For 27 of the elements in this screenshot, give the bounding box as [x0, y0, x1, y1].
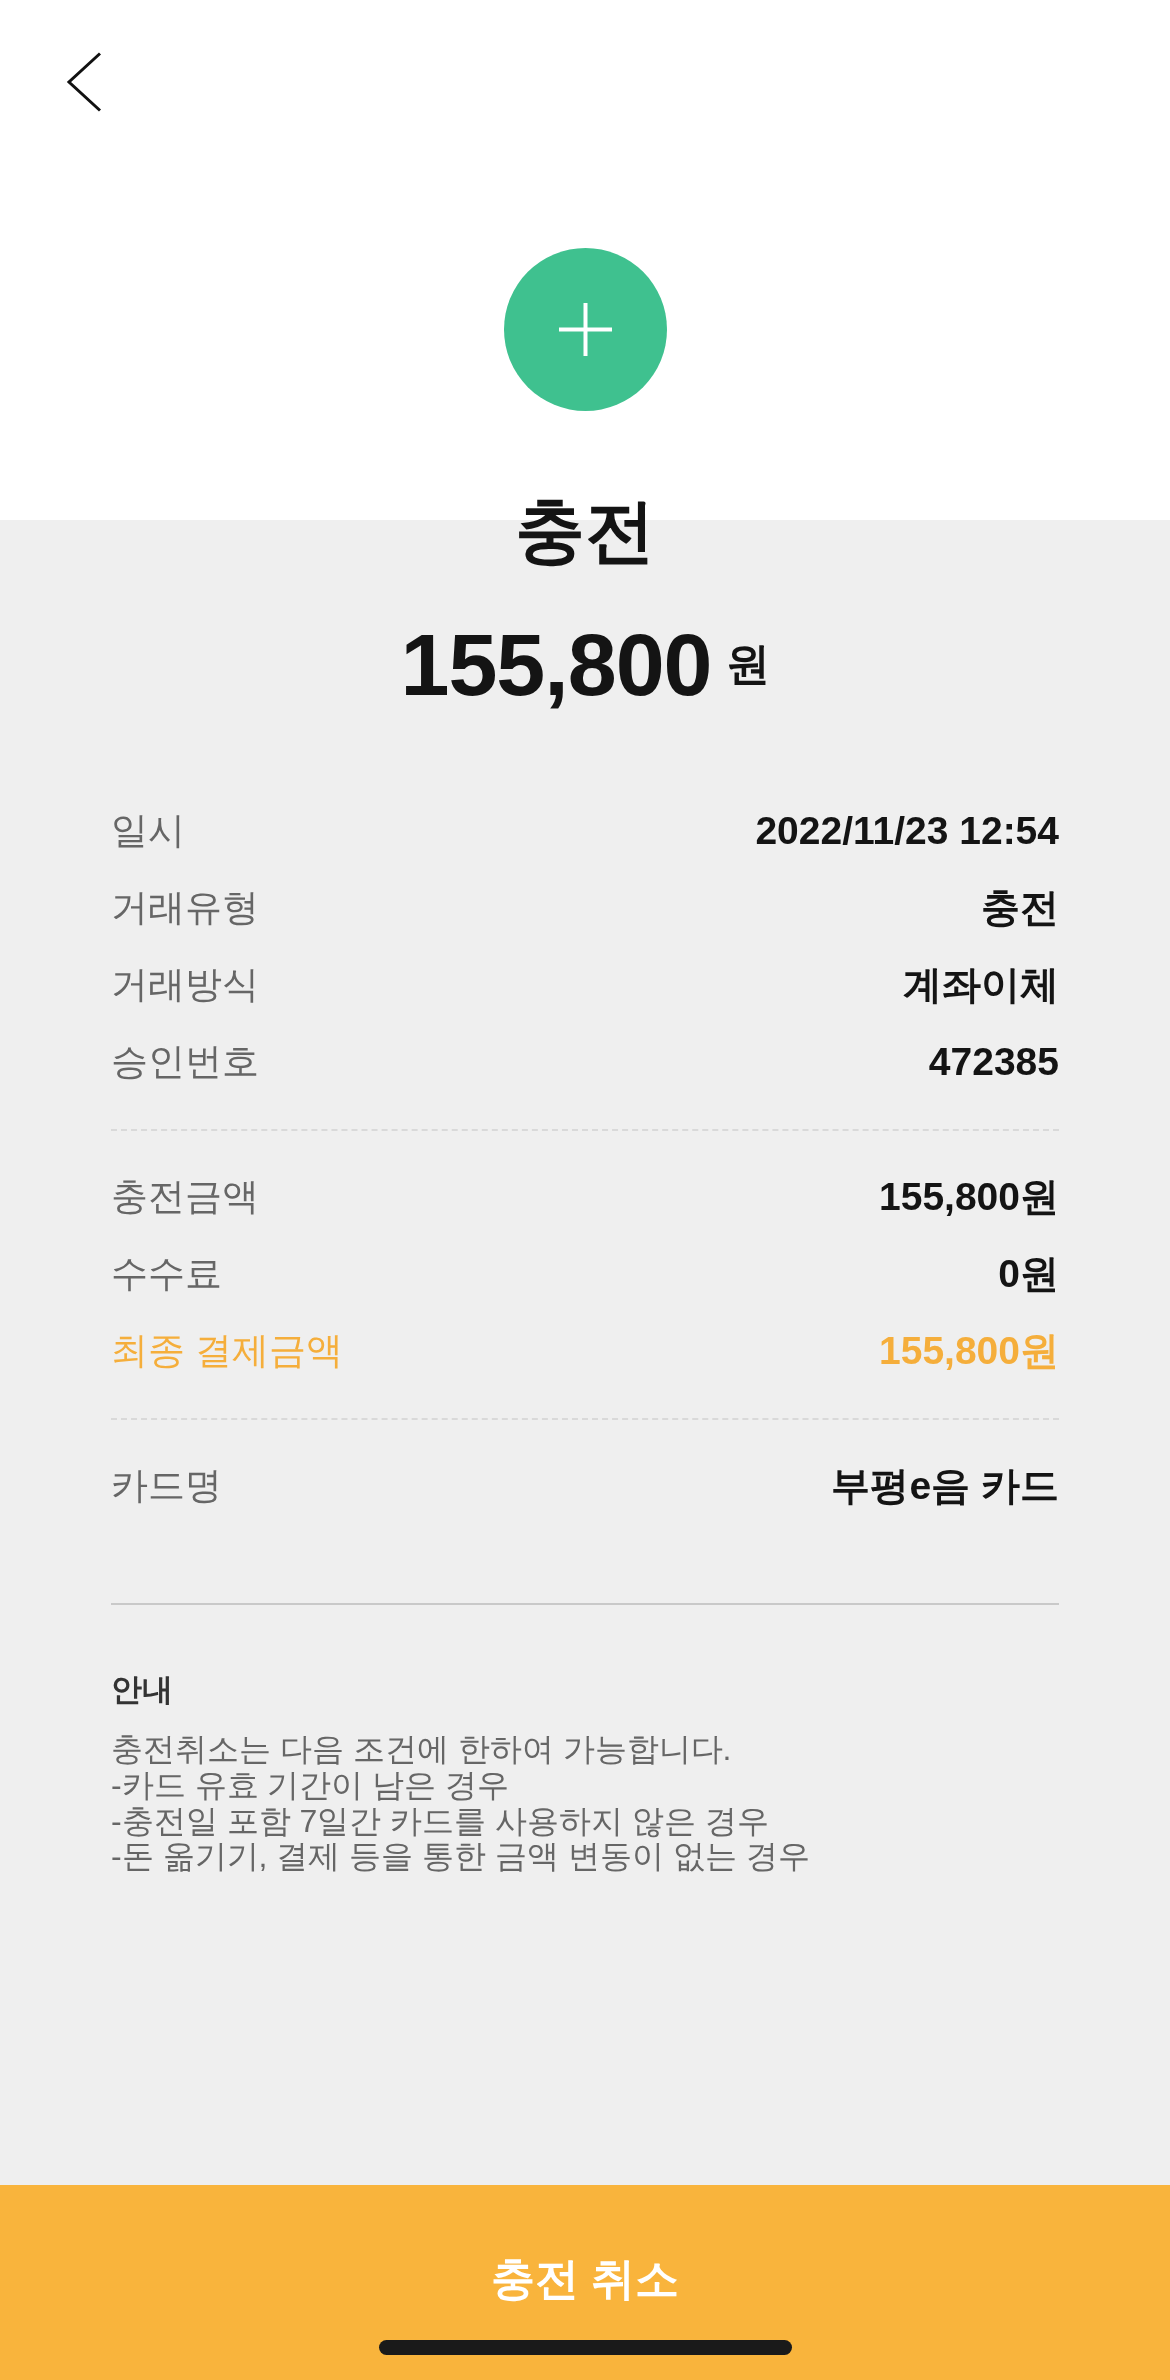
plus-icon	[503, 248, 667, 411]
detail-label: 일시	[111, 809, 185, 854]
detail-value: 0원	[998, 1251, 1059, 1298]
detail-label: 최종 결제금액	[111, 1329, 344, 1374]
detail-value: 155,800원	[879, 1174, 1059, 1221]
notice-title: 안내	[111, 1671, 174, 1710]
notice-line: 충전취소는 다음 조건에 한하여 가능합니다.	[111, 1731, 733, 1768]
detail-label: 거래유형	[111, 886, 259, 931]
notice-line: -충전일 포함 7일간 카드를 사용하지 않은 경우	[111, 1803, 770, 1840]
amount-value: 155,800	[400, 614, 712, 716]
detail-value: 472385	[928, 1039, 1059, 1086]
detail-label: 수수료	[111, 1252, 222, 1297]
currency-unit: 원	[725, 639, 770, 690]
detail-label: 카드명	[111, 1464, 222, 1509]
notice-line: -돈 옮기기, 결제 등을 통한 금액 변동이 없는 경우	[111, 1839, 811, 1876]
detail-label: 승인번호	[111, 1040, 259, 1085]
detail-value: 2022/11/23 12:54	[755, 808, 1059, 855]
detail-value: 충전	[981, 885, 1059, 932]
cancel-charge-button[interactable]: 충전 취소	[0, 2185, 1170, 2380]
detail-label: 거래방식	[111, 963, 259, 1008]
back-icon[interactable]	[66, 52, 102, 112]
notice-line: -카드 유효 기간이 남은 경우	[111, 1767, 511, 1804]
transaction-title: 충전	[514, 493, 656, 570]
detail-value: 부평e음 카드	[831, 1463, 1059, 1510]
detail-value: 155,800원	[879, 1328, 1059, 1375]
detail-value: 계좌이체	[903, 962, 1059, 1009]
detail-label: 충전금액	[111, 1175, 259, 1220]
